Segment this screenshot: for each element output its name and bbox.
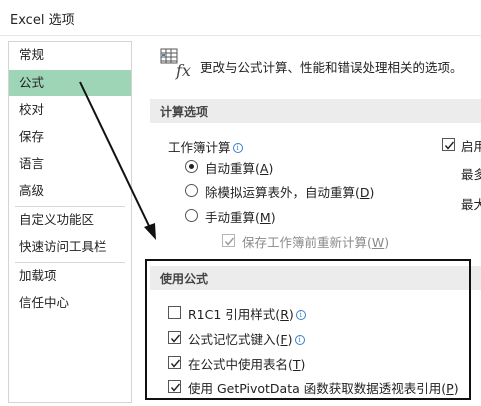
sidebar-item-general[interactable]: 常规 xyxy=(9,42,131,68)
enable-iterative-label[interactable]: 启用 xyxy=(461,136,481,155)
header-description: 更改与公式计算、性能和错误处理相关的选项。 xyxy=(200,60,463,75)
sidebar-item-label: 保存 xyxy=(19,129,45,144)
sidebar-item-label: 信任中心 xyxy=(19,295,70,310)
info-icon: i xyxy=(232,143,243,153)
auto-except-tables-label[interactable]: 除模拟运算表外，自动重算(D) xyxy=(205,182,374,201)
sidebar-item-quick-access-toolbar[interactable]: 快速访问工具栏 xyxy=(9,234,131,260)
auto-calc-radio[interactable] xyxy=(185,160,198,173)
formula-fx-icon: fx xyxy=(160,48,191,80)
recalc-before-save-checkbox xyxy=(222,234,235,247)
options-sidebar: 常规 公式 校对 保存 语言 高级 自定义功能区 快速访问工具栏 加载项 信任中… xyxy=(8,41,132,403)
title-bar: Excel 选项 xyxy=(0,0,481,36)
workbook-calc-label: 工作簿计算 i xyxy=(168,137,243,156)
sidebar-item-formulas[interactable]: 公式 xyxy=(9,70,131,96)
manual-calc-label[interactable]: 手动重算(M) xyxy=(205,207,276,226)
max-iterations-label: 最多 xyxy=(461,167,481,182)
sidebar-item-proofing[interactable]: 校对 xyxy=(9,97,131,123)
svg-text:fx: fx xyxy=(175,61,191,80)
sidebar-item-label: 高级 xyxy=(19,183,45,198)
sidebar-item-label: 常规 xyxy=(19,47,45,62)
sidebar-item-label: 公式 xyxy=(19,75,45,90)
sidebar-item-save[interactable]: 保存 xyxy=(9,124,131,150)
sidebar-item-label: 快速访问工具栏 xyxy=(19,239,107,254)
enable-iterative-checkbox[interactable] xyxy=(442,138,455,151)
auto-calc-label[interactable]: 自动重算(A) xyxy=(205,158,273,177)
sidebar-item-label: 校对 xyxy=(19,102,45,117)
sidebar-item-advanced[interactable]: 高级 xyxy=(9,178,131,204)
section-title: 计算选项 xyxy=(160,105,209,119)
sidebar-item-customize-ribbon[interactable]: 自定义功能区 xyxy=(9,207,131,233)
section-calc-options: 计算选项 xyxy=(150,99,481,123)
max-change-label: 最大 xyxy=(461,197,481,212)
recalc-before-save-label: 保存工作簿前重新计算(W) xyxy=(242,235,390,250)
sidebar-item-label: 语言 xyxy=(19,156,45,171)
manual-calc-radio[interactable] xyxy=(185,209,198,222)
auto-except-tables-radio[interactable] xyxy=(185,184,198,197)
sidebar-item-label: 加载项 xyxy=(19,268,57,283)
window-title: Excel 选项 xyxy=(10,13,75,28)
sidebar-item-trust-center[interactable]: 信任中心 xyxy=(9,290,131,316)
sidebar-item-language[interactable]: 语言 xyxy=(9,151,131,177)
sidebar-item-label: 自定义功能区 xyxy=(19,212,95,227)
annotation-highlight-box xyxy=(145,259,471,400)
sidebar-item-add-ins[interactable]: 加载项 xyxy=(9,263,131,289)
